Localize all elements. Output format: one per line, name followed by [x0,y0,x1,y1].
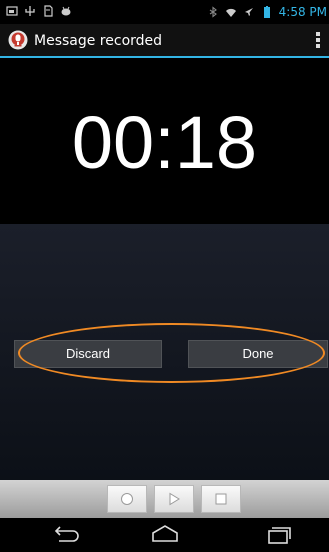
play-button[interactable] [154,485,194,513]
recorder-icon [8,30,28,50]
home-icon [152,525,178,542]
elapsed-timer: 00:18 [71,101,258,184]
record-button[interactable] [107,485,147,513]
notification-icons [6,5,72,17]
system-icons: 4:58 PM [207,5,327,19]
home-button[interactable] [145,523,185,547]
usb-icon [25,6,35,16]
sd-card-icon [44,5,53,17]
recent-apps-button[interactable] [258,523,298,547]
android-debug-icon [61,6,71,16]
discard-button[interactable]: Discard [14,340,162,368]
back-icon [54,526,79,542]
navigation-bar [0,518,329,552]
status-time: 4:58 PM [278,5,327,19]
back-button[interactable] [45,523,85,547]
screenshot-icon [6,6,18,16]
battery-icon [263,6,270,18]
status-bar: 4:58 PM [0,0,329,24]
page-title: Message recorded [34,33,163,49]
playback-controls [0,480,329,518]
play-icon [169,492,180,506]
stop-icon [215,493,227,505]
done-button[interactable]: Done [188,340,328,368]
overflow-menu-icon[interactable] [313,30,323,52]
timer-area: 00:18 [0,58,329,224]
action-bar: Message recorded [0,24,329,58]
wifi-icon [225,8,236,17]
bluetooth-icon [209,6,217,18]
recent-apps-icon [268,527,291,544]
record-icon [121,493,133,505]
recording-panel: Discard Done [0,224,329,480]
stop-button[interactable] [201,485,241,513]
airplane-mode-icon [244,8,253,16]
